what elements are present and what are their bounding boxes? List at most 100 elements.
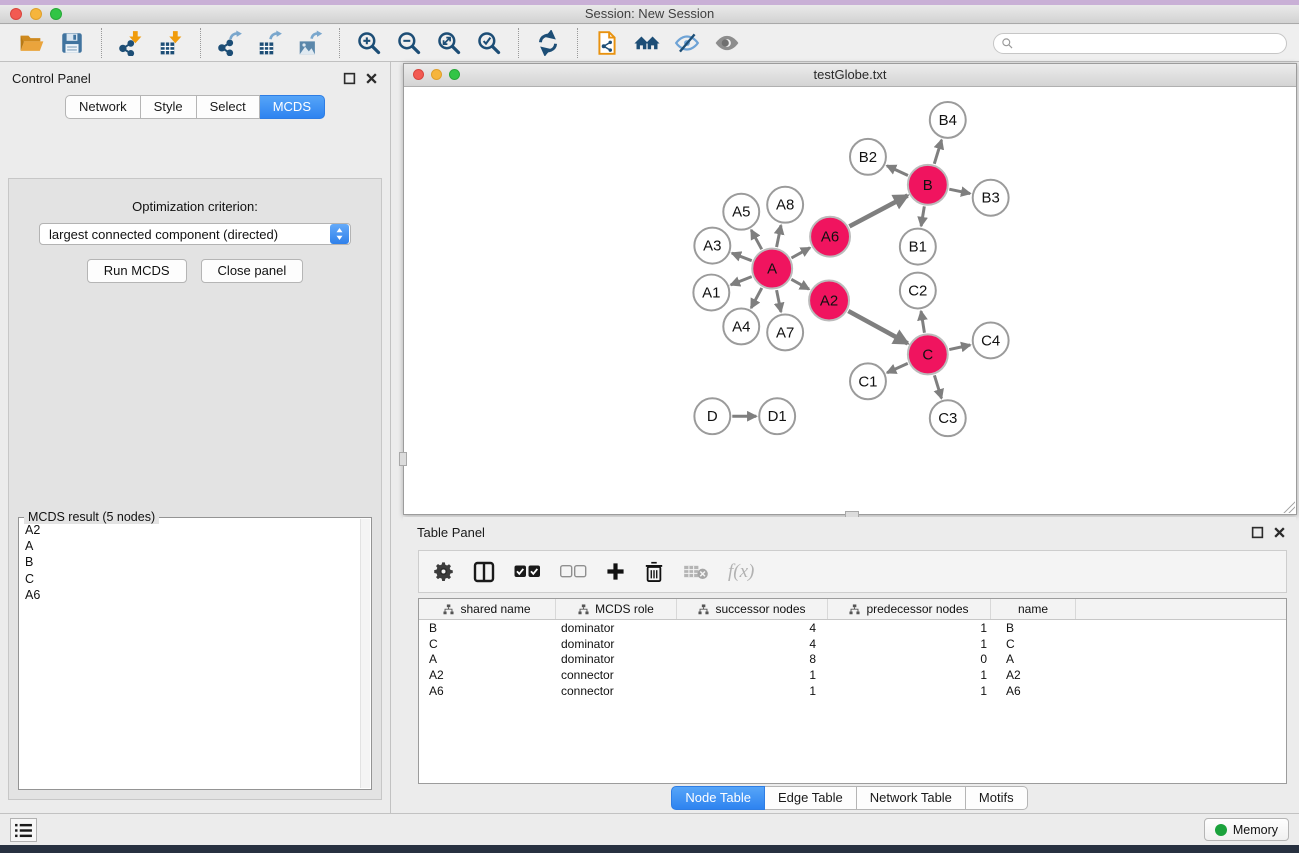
open-session-button[interactable] (587, 27, 627, 59)
export-network-icon (217, 30, 243, 56)
graph-edge-B-B1[interactable] (921, 206, 924, 226)
export-image-button[interactable] (290, 27, 330, 59)
graph-node-label-A6: A6 (821, 229, 839, 246)
graph-edge-C-C2[interactable] (921, 311, 924, 333)
table-row-B[interactable]: Bdominator41B (419, 620, 1286, 636)
float-panel-icon[interactable] (343, 72, 356, 85)
result-item-B[interactable]: B (21, 554, 359, 570)
graph-edge-A-A5[interactable] (751, 230, 761, 249)
export-table-button[interactable] (250, 27, 290, 59)
tab-network-table[interactable]: Network Table (857, 786, 966, 810)
float-table-panel-icon[interactable] (1251, 526, 1264, 539)
graph-edge-A-A4[interactable] (751, 288, 762, 308)
network-canvas[interactable]: B4B2BB3A8A5A6A3B1AC2A1A2A4A7C4CC1DD1C3 (404, 88, 1296, 514)
close-panel-button[interactable]: Close panel (201, 259, 304, 283)
session-document-icon (594, 30, 620, 56)
graph-edge-C-C4[interactable] (949, 345, 970, 350)
criterion-dropdown[interactable]: largest connected component (directed) (39, 223, 351, 245)
tab-network[interactable]: Network (65, 95, 141, 119)
main-toolbar (0, 25, 1299, 62)
cell-name: A (991, 652, 1076, 666)
close-window-button[interactable] (10, 8, 22, 20)
tab-select[interactable]: Select (197, 95, 260, 119)
column-header-shared-name[interactable]: shared name (419, 599, 556, 619)
tab-edge-table[interactable]: Edge Table (765, 786, 857, 810)
column-header-successor-nodes[interactable]: successor nodes (677, 599, 828, 619)
birdseye-view-button[interactable] (707, 27, 747, 59)
cell-shared-name: A2 (419, 668, 556, 682)
delete-table-button[interactable] (683, 558, 709, 586)
result-scrollbar[interactable] (360, 519, 370, 788)
close-table-panel-icon[interactable] (1273, 526, 1286, 539)
table-row-C[interactable]: Cdominator41C (419, 636, 1286, 652)
search-input[interactable] (1018, 36, 1279, 50)
zoom-selected-button[interactable] (469, 27, 509, 59)
save-session-button[interactable] (52, 27, 92, 59)
export-network-button[interactable] (210, 27, 250, 59)
column-header-empty (1076, 599, 1286, 619)
network-minimize-button[interactable] (431, 69, 442, 80)
graph-edge-C-C3[interactable] (934, 375, 941, 398)
zoom-window-button[interactable] (50, 8, 62, 20)
memory-button[interactable]: Memory (1204, 818, 1289, 841)
result-item-A2[interactable]: A2 (21, 522, 359, 538)
graph-edge-C-C1[interactable] (887, 363, 908, 372)
result-item-C[interactable]: C (21, 571, 359, 587)
import-network-button[interactable] (111, 27, 151, 59)
graph-edge-A-A8[interactable] (777, 225, 781, 247)
open-file-button[interactable] (12, 27, 52, 59)
graph-node-label-C: C (922, 346, 933, 363)
graph-edge-B-B3[interactable] (949, 189, 970, 193)
panel-divider-grip[interactable] (399, 452, 407, 466)
zoom-out-button[interactable] (389, 27, 429, 59)
import-table-button[interactable] (151, 27, 191, 59)
network-close-button[interactable] (413, 69, 424, 80)
table-settings-button[interactable] (433, 558, 454, 586)
zoom-in-button[interactable] (349, 27, 389, 59)
column-header-name[interactable]: name (991, 599, 1076, 619)
result-item-A[interactable]: A (21, 538, 359, 554)
double-home-icon (634, 30, 660, 56)
graph-edge-B-B4[interactable] (934, 140, 941, 164)
tab-mcds[interactable]: MCDS (260, 95, 325, 119)
column-header-predecessor-nodes[interactable]: predecessor nodes (828, 599, 991, 619)
graph-edge-A-A2[interactable] (791, 279, 809, 289)
deselect-all-button[interactable] (560, 558, 587, 586)
graph-edge-A-A3[interactable] (732, 253, 752, 261)
table-row-A6[interactable]: A6connector11A6 (419, 683, 1286, 699)
graph-edge-B-B2[interactable] (887, 166, 908, 176)
column-header-MCDS-role[interactable]: MCDS role (556, 599, 677, 619)
graph-edge-A2-C[interactable] (848, 311, 907, 343)
tab-motifs[interactable]: Motifs (966, 786, 1028, 810)
show-panels-button[interactable] (10, 818, 37, 842)
cell-predecessor-nodes: 0 (828, 652, 991, 666)
hide-graphics-button[interactable] (667, 27, 707, 59)
close-panel-icon[interactable] (365, 72, 378, 85)
tab-style[interactable]: Style (141, 95, 197, 119)
home-button[interactable] (627, 27, 667, 59)
list-icon (15, 823, 32, 838)
refresh-button[interactable] (528, 27, 568, 59)
result-item-A6[interactable]: A6 (21, 587, 359, 603)
delete-column-button[interactable] (644, 558, 664, 586)
mcds-result-group: MCDS result (5 nodes) A2ABCA6 (18, 517, 372, 790)
tab-node-table[interactable]: Node Table (671, 786, 765, 810)
network-zoom-button[interactable] (449, 69, 460, 80)
search-icon (1001, 37, 1014, 50)
zoom-in-icon (356, 30, 382, 56)
graph-edge-A6-B[interactable] (849, 196, 907, 227)
graph-edge-A-A7[interactable] (777, 290, 781, 312)
show-columns-button[interactable] (473, 558, 495, 586)
zoom-fit-button[interactable] (429, 27, 469, 59)
select-all-button[interactable] (514, 558, 541, 586)
add-column-button[interactable] (606, 558, 625, 586)
window-resize-handle[interactable] (1283, 501, 1295, 513)
table-row-A2[interactable]: A2connector11A2 (419, 667, 1286, 683)
graph-edge-A-A6[interactable] (791, 248, 810, 258)
minimize-window-button[interactable] (30, 8, 42, 20)
run-mcds-button[interactable]: Run MCDS (87, 259, 187, 283)
search-field[interactable] (993, 33, 1287, 54)
function-builder-button[interactable]: f(x) (728, 558, 754, 586)
graph-edge-A-A1[interactable] (731, 277, 752, 285)
table-row-A[interactable]: Adominator80A (419, 651, 1286, 667)
